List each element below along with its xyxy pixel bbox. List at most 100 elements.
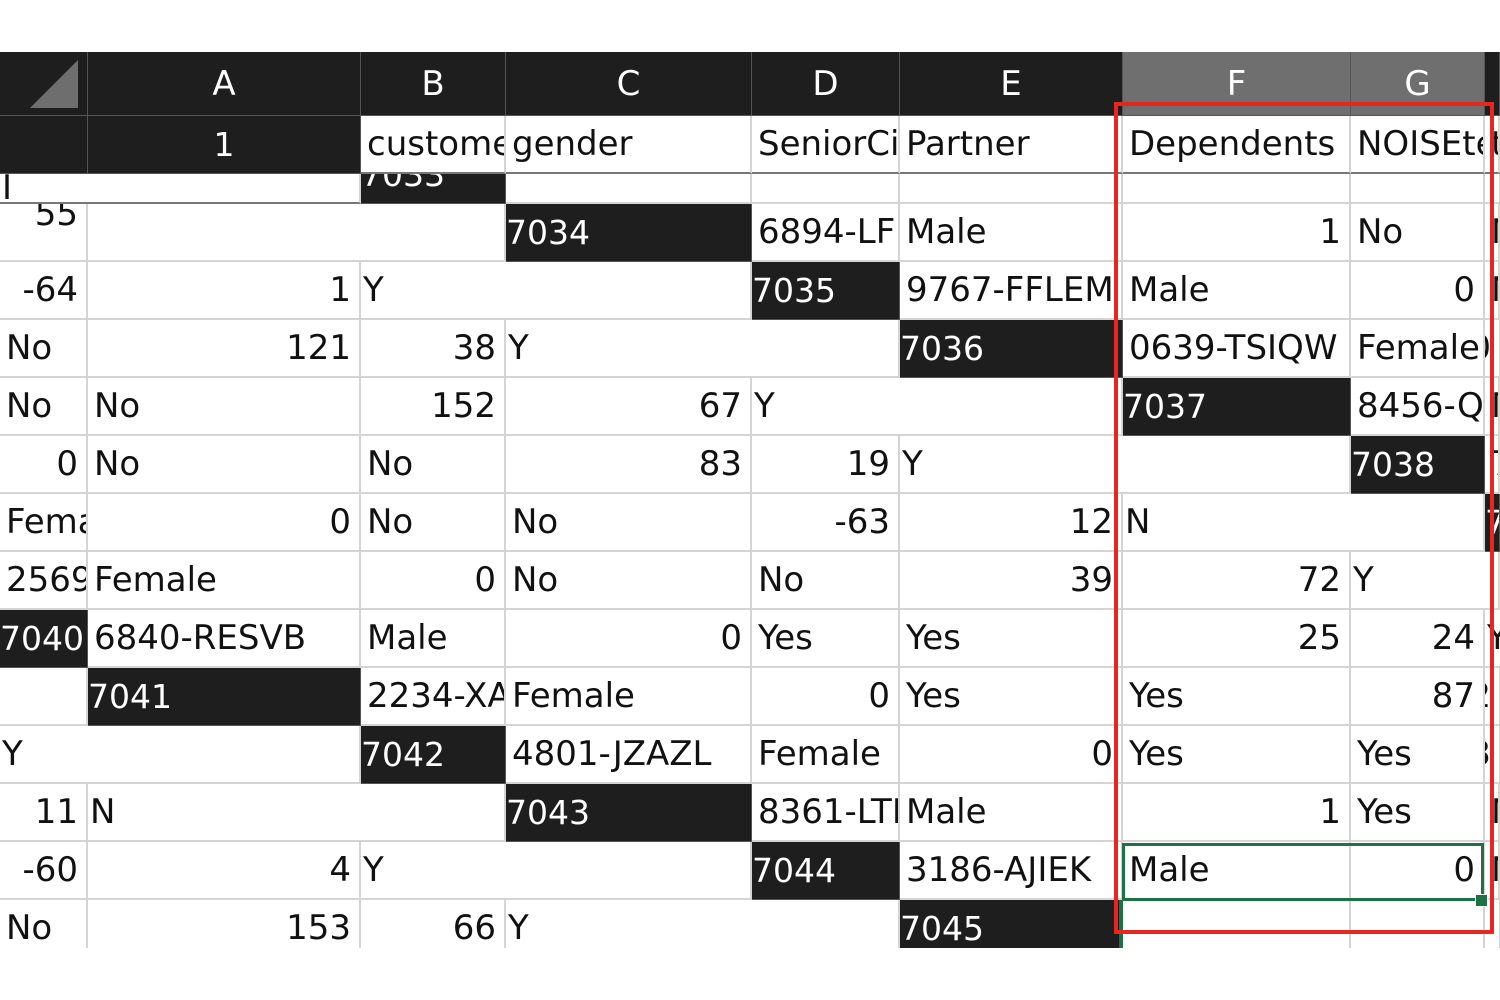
- header-cell-b[interactable]: gender: [506, 116, 752, 174]
- table-cell-c[interactable]: 0: [0, 436, 88, 494]
- table-cell-e[interactable]: Yes: [1351, 726, 1485, 784]
- table-cell-f[interactable]: 152: [361, 378, 506, 436]
- table-cell-c[interactable]: 0: [361, 552, 506, 610]
- table-cell-a[interactable]: 8361-LTMKD: [752, 784, 900, 842]
- table-cell-h[interactable]: N: [88, 784, 361, 842]
- row-header-partial[interactable]: 7033: [361, 174, 506, 204]
- table-cell-b[interactable]: Male: [361, 610, 506, 668]
- table-cell-a[interactable]: 6894-LFHLY: [752, 204, 900, 262]
- cell-grid[interactable]: ABCDEFG1customerIDgenderSeniorCitizenPar…: [0, 52, 1500, 948]
- table-cell-h[interactable]: Y: [1485, 610, 1500, 668]
- table-cell-g[interactable]: 1: [88, 262, 361, 320]
- partial-cell-h[interactable]: [88, 204, 361, 262]
- partial-cell-f[interactable]: 134: [1485, 174, 1500, 204]
- row-header[interactable]: 7043: [506, 784, 752, 842]
- table-cell-f[interactable]: 87: [1351, 668, 1485, 726]
- table-cell-g[interactable]: 67: [506, 378, 752, 436]
- table-cell-b[interactable]: Female: [1351, 320, 1485, 378]
- row-header[interactable]: 7041: [88, 668, 361, 726]
- select-all-corner[interactable]: [0, 52, 88, 116]
- table-cell-b[interactable]: Male: [1485, 378, 1500, 436]
- table-cell-a[interactable]: 7750-EYXWZ: [1485, 436, 1500, 494]
- table-cell-c[interactable]: 0: [1351, 262, 1485, 320]
- table-cell-e[interactable]: Yes: [900, 610, 1123, 668]
- column-header-b[interactable]: B: [361, 52, 506, 116]
- row-header[interactable]: 7038: [1351, 436, 1485, 494]
- column-header-e[interactable]: E: [900, 52, 1123, 116]
- table-cell-b[interactable]: Male: [900, 784, 1123, 842]
- table-cell-i[interactable]: [752, 900, 900, 948]
- table-cell-d[interactable]: No: [1485, 842, 1500, 900]
- table-cell-g[interactable]: 12: [900, 494, 1123, 552]
- header-cell-i[interactable]: [88, 174, 361, 204]
- table-cell-d[interactable]: No: [361, 494, 506, 552]
- partial-cell-i[interactable]: [361, 204, 506, 262]
- header-cell-f[interactable]: NOISEtenure: [1351, 116, 1485, 174]
- row-header[interactable]: 7044: [752, 842, 900, 900]
- table-cell-d[interactable]: No: [88, 436, 361, 494]
- header-cell-a[interactable]: customerID: [361, 116, 506, 174]
- table-cell-d[interactable]: Yes: [752, 610, 900, 668]
- column-header-f[interactable]: F: [1123, 52, 1351, 116]
- table-cell-a[interactable]: 8456-QDAVC: [1351, 378, 1485, 436]
- table-cell-b[interactable]: Female: [506, 668, 752, 726]
- summary-cell-a[interactable]: [1123, 900, 1351, 948]
- table-cell-e[interactable]: No: [361, 436, 506, 494]
- table-cell-e[interactable]: No: [0, 320, 88, 378]
- table-cell-i[interactable]: [1351, 494, 1485, 552]
- table-cell-d[interactable]: Yes: [900, 668, 1123, 726]
- table-cell-b[interactable]: Male: [1123, 842, 1351, 900]
- row-header[interactable]: 7035: [752, 262, 900, 320]
- table-cell-i[interactable]: [1485, 552, 1500, 610]
- header-cell-h[interactable]: I: [0, 174, 88, 204]
- table-cell-f[interactable]: 25: [1123, 610, 1351, 668]
- table-cell-f[interactable]: 23: [1485, 726, 1500, 784]
- table-cell-b[interactable]: Female: [88, 552, 361, 610]
- row-header-selected[interactable]: 7045: [900, 900, 1123, 948]
- table-cell-f[interactable]: 121: [88, 320, 361, 378]
- column-header-g[interactable]: G: [1351, 52, 1485, 116]
- table-cell-e[interactable]: Yes: [1123, 668, 1351, 726]
- table-cell-i[interactable]: [1123, 436, 1351, 494]
- table-cell-d[interactable]: Yes: [1351, 784, 1485, 842]
- table-cell-c[interactable]: 0: [88, 494, 361, 552]
- table-cell-f[interactable]: 39: [900, 552, 1123, 610]
- row-header[interactable]: 7042: [361, 726, 506, 784]
- column-header-c[interactable]: C: [506, 52, 752, 116]
- table-cell-h[interactable]: Y: [0, 726, 88, 784]
- row-header[interactable]: 7034: [506, 204, 752, 262]
- table-cell-h[interactable]: Y: [506, 900, 752, 948]
- table-cell-f[interactable]: 153: [88, 900, 361, 948]
- table-cell-f[interactable]: -64: [0, 262, 88, 320]
- partial-cell-g[interactable]: 55: [0, 204, 88, 262]
- table-cell-d[interactable]: No: [0, 378, 88, 436]
- table-cell-d[interactable]: No: [506, 552, 752, 610]
- table-cell-g[interactable]: 24: [1351, 610, 1485, 668]
- partial-cell-c[interactable]: 1: [900, 174, 1123, 204]
- table-cell-h[interactable]: Y: [1351, 552, 1485, 610]
- table-cell-c[interactable]: 0: [1351, 842, 1485, 900]
- table-cell-d[interactable]: Yes: [1123, 726, 1351, 784]
- table-cell-a[interactable]: 3186-AJIEK: [900, 842, 1123, 900]
- table-cell-c[interactable]: 1: [1123, 204, 1351, 262]
- table-cell-e[interactable]: No: [1485, 784, 1500, 842]
- header-cell-c[interactable]: SeniorCitizen: [752, 116, 900, 174]
- table-cell-a[interactable]: 6840-RESVB: [88, 610, 361, 668]
- table-cell-g[interactable]: 4: [88, 842, 361, 900]
- table-cell-i[interactable]: [506, 842, 752, 900]
- table-cell-b[interactable]: Male: [1123, 262, 1351, 320]
- partial-cell-b[interactable]: Male: [752, 174, 900, 204]
- table-cell-g[interactable]: 38: [361, 320, 506, 378]
- table-cell-f[interactable]: -63: [752, 494, 900, 552]
- table-cell-g[interactable]: 11: [0, 784, 88, 842]
- table-cell-e[interactable]: No: [752, 552, 900, 610]
- table-cell-a[interactable]: 0639-TSIQW: [1123, 320, 1351, 378]
- table-cell-g[interactable]: 66: [361, 900, 506, 948]
- row-header[interactable]: 7040: [0, 610, 88, 668]
- table-cell-i[interactable]: [0, 668, 88, 726]
- table-cell-a[interactable]: 2569-WGERO: [0, 552, 88, 610]
- table-cell-b[interactable]: Male: [900, 204, 1123, 262]
- table-cell-g[interactable]: 72: [1485, 668, 1500, 726]
- table-cell-c[interactable]: 0: [900, 726, 1123, 784]
- partial-cell-e[interactable]: No: [1351, 174, 1485, 204]
